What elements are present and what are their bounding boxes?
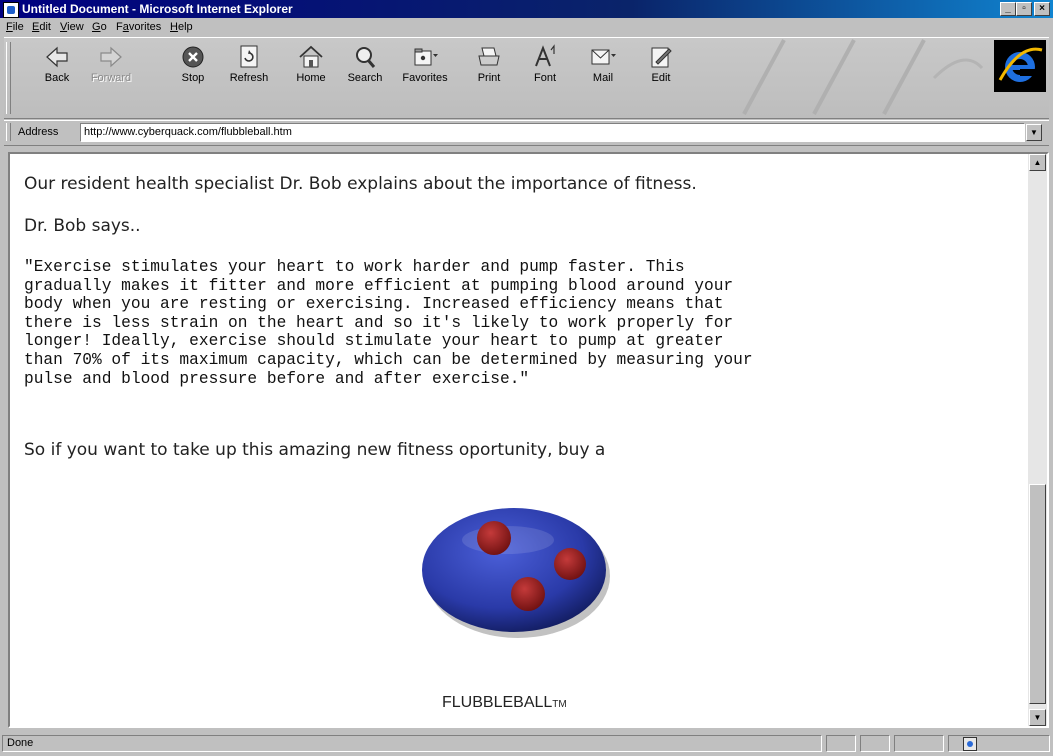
menu-view[interactable]: View [60, 21, 84, 33]
refresh-button[interactable]: Refresh [222, 42, 276, 92]
back-label: Back [44, 72, 70, 84]
status-text: Done [2, 735, 822, 752]
edit-label: Edit [651, 72, 671, 84]
dr-bob-says: Dr. Bob says.. [24, 216, 141, 236]
search-icon [356, 47, 376, 68]
font-icon [535, 44, 555, 67]
quote-line: body when you are resting or exercising.… [24, 295, 724, 314]
favorites-button[interactable]: Favorites [398, 42, 452, 92]
menu-help[interactable]: Help [170, 21, 193, 33]
quote-line: there is less strain on the heart and so… [24, 313, 734, 332]
forward-arrow-icon [100, 46, 122, 68]
product-caption: FLUBBLEBALLTM [442, 694, 567, 712]
home-button[interactable]: Home [284, 42, 338, 92]
edit-icon [651, 47, 672, 68]
menu-bar: File Edit View Go Favorites Help [0, 19, 1053, 36]
address-dropdown-button[interactable]: ▼ [1026, 124, 1042, 141]
menu-help-key: H [170, 21, 178, 33]
menu-favorites[interactable]: Favorites [116, 21, 161, 33]
menu-view-label: iew [67, 21, 84, 33]
home-icon [299, 45, 323, 68]
internet-zone-icon [963, 737, 977, 751]
scroll-down-button[interactable]: ▼ [1029, 709, 1046, 726]
browser-window: Untitled Document - Microsoft Internet E… [0, 0, 1053, 754]
print-button[interactable]: Print [462, 42, 516, 92]
web-page: Our resident health specialist Dr. Bob e… [10, 154, 1028, 726]
forward-label: Forward [90, 72, 132, 84]
minimize-button[interactable]: _ [1000, 2, 1016, 16]
status-pane-empty [826, 735, 856, 752]
vertical-scrollbar[interactable]: ▲ ▼ [1028, 154, 1047, 726]
status-bar: Done [0, 733, 1053, 754]
toolbar-grip[interactable] [6, 42, 11, 114]
ie-logo-icon [998, 47, 1043, 82]
quote-line: "Exercise stimulates your heart to work … [24, 258, 685, 276]
edit-button[interactable]: Edit [634, 42, 688, 92]
back-arrow-icon [46, 46, 68, 68]
page-viewport: Our resident health specialist Dr. Bob e… [8, 152, 1049, 728]
trademark-mark: TM [552, 699, 567, 710]
intro-paragraph: Our resident health specialist Dr. Bob e… [24, 174, 697, 194]
search-button[interactable]: Search [338, 42, 392, 92]
menu-favorites-label: vorites [128, 21, 162, 33]
close-button[interactable]: × [1034, 2, 1050, 16]
address-bar: Address http://www.cyberquack.com/flubbl… [4, 120, 1049, 146]
flubbleball-image[interactable] [410, 490, 622, 650]
search-label: Search [347, 72, 383, 84]
font-label: Font [533, 72, 556, 84]
toolbar: Back Forward Stop Refresh Home Search Fa… [4, 37, 1049, 119]
forward-button[interactable]: Forward [84, 42, 138, 92]
cta-paragraph: So if you want to take up this amazing n… [24, 440, 606, 460]
ie-logo [994, 40, 1046, 92]
menu-file-key: F [6, 21, 13, 33]
menu-help-label: elp [177, 21, 193, 33]
refresh-icon [240, 45, 258, 68]
scroll-up-button[interactable]: ▲ [1029, 154, 1046, 171]
quote-line: than 70% of its maximum capacity, which … [24, 350, 753, 369]
mail-icon [591, 49, 616, 65]
title-bar[interactable]: Untitled Document - Microsoft Internet E… [0, 0, 1053, 18]
address-input[interactable]: http://www.cyberquack.com/flubbleball.ht… [80, 123, 1025, 142]
menu-favorites-pre: F [116, 21, 123, 33]
address-grip[interactable] [6, 123, 11, 141]
menu-edit[interactable]: Edit [32, 21, 51, 33]
status-zone-pane [948, 735, 1050, 752]
status-pane-empty [894, 735, 944, 752]
favorites-icon [414, 48, 438, 66]
scroll-thumb[interactable] [1029, 484, 1046, 704]
window-title: Untitled Document - Microsoft Internet E… [22, 2, 293, 16]
menu-file[interactable]: File [6, 21, 24, 33]
stop-label: Stop [181, 72, 205, 84]
quote-line: pulse and blood pressure before and afte… [24, 369, 530, 388]
status-pane-empty [860, 735, 890, 752]
menu-file-label: ile [12, 21, 24, 33]
print-icon [478, 47, 500, 66]
print-label: Print [477, 72, 501, 84]
quote-block: "Exercise stimulates your heart to work … [24, 258, 1024, 388]
back-button[interactable]: Back [30, 42, 84, 92]
favorites-label: Favorites [402, 72, 448, 84]
menu-edit-label: dit [39, 21, 51, 33]
mail-button[interactable]: Mail [576, 42, 630, 92]
quote-line: longer! Ideally, exercise should stimula… [24, 332, 724, 351]
stop-icon [182, 46, 204, 68]
ie-app-icon[interactable] [3, 2, 19, 18]
mail-label: Mail [592, 72, 614, 84]
menu-go-key: G [92, 21, 101, 33]
refresh-label: Refresh [229, 72, 269, 84]
product-name: FLUBBLEBALL [442, 694, 553, 711]
quote-line: gradually makes it fitter and more effic… [24, 276, 734, 295]
toolbar-background-art [742, 39, 984, 115]
font-button[interactable]: Font [518, 42, 572, 92]
menu-go[interactable]: Go [92, 21, 107, 33]
home-label: Home [296, 72, 326, 84]
maximize-button[interactable]: ▫ [1016, 2, 1032, 16]
menu-go-label: o [100, 21, 107, 33]
address-label: Address [18, 126, 59, 138]
stop-button[interactable]: Stop [166, 42, 220, 92]
